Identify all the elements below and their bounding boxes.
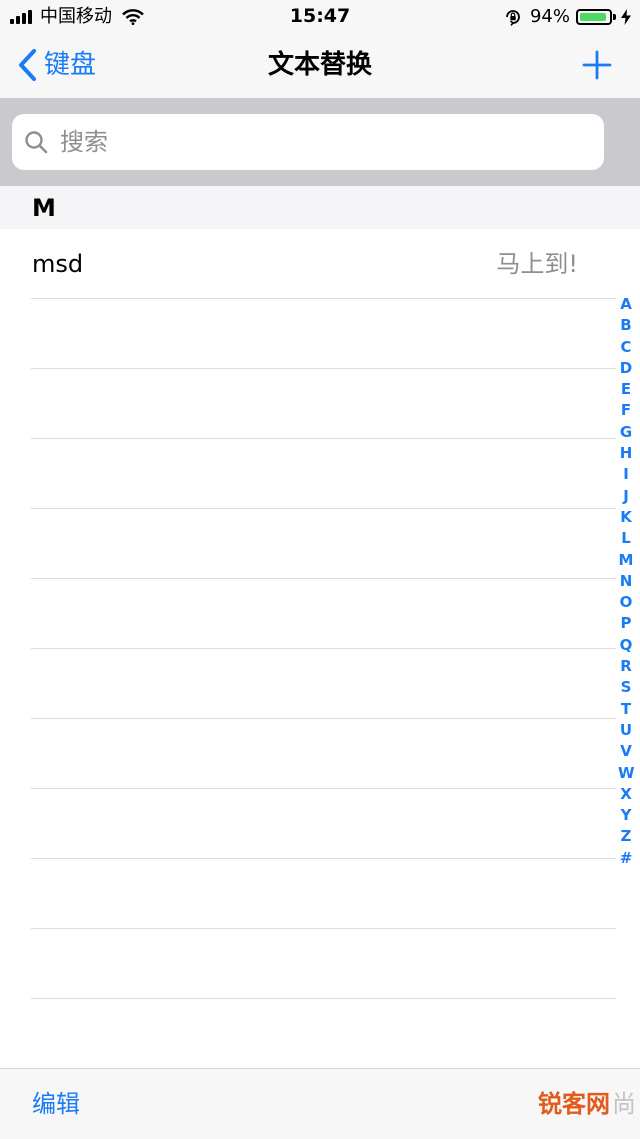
index-letter[interactable]: X [618,784,634,805]
index-letter[interactable]: J [618,486,634,507]
section-header-letter: M [32,194,56,222]
list-item [0,789,640,859]
page-title: 文本替换 [267,50,372,80]
index-letter[interactable]: N [618,571,634,592]
index-letter[interactable]: C [618,337,634,358]
status-bar: 中国移动 15:47 94% [0,0,640,34]
index-letter[interactable]: G [618,422,634,443]
index-letter[interactable]: I [618,464,634,485]
index-letter[interactable]: W [618,763,635,784]
index-letter[interactable]: K [618,507,634,528]
index-letter[interactable]: B [618,315,634,336]
index-letter[interactable]: D [618,358,634,379]
section-index[interactable]: A B C D E F G H I J K L M N O P Q R S T U V W X Y Z # [618,294,635,869]
index-letter[interactable]: O [618,592,634,613]
navigation-bar: 键盘 文本替换 [0,34,640,98]
list-item [0,649,640,719]
plus-icon[interactable] [582,50,612,80]
index-letter[interactable]: # [618,848,634,869]
list-item[interactable]: msd 马上到! [0,229,640,299]
list-item [0,719,640,789]
index-letter[interactable]: S [618,677,634,698]
index-letter[interactable]: P [618,613,634,634]
bottom-toolbar: 编辑 锐客网 尚 [0,1068,640,1139]
index-letter[interactable]: U [618,720,634,741]
charging-icon [621,9,631,25]
index-letter[interactable]: L [618,528,634,549]
status-right: 94% [504,6,632,28]
list-item [0,509,640,579]
list-item [0,859,640,929]
list-item [0,299,640,369]
watermark: 锐客网 尚 [538,1089,636,1119]
index-letter[interactable]: F [618,400,634,421]
list-item [0,439,640,509]
search-input[interactable] [58,127,582,157]
index-letter[interactable]: Z [618,826,634,847]
index-letter[interactable]: Q [618,635,634,656]
battery-icon [576,9,612,25]
section-header: M [0,186,640,229]
index-letter[interactable]: V [618,741,634,762]
search-icon [25,131,48,154]
index-letter[interactable]: T [618,699,634,720]
watermark-tail: 尚 [612,1090,636,1118]
watermark-brand: 锐客网 [538,1090,610,1118]
search-area [0,98,640,186]
index-letter[interactable]: Y [618,805,634,826]
edit-button[interactable]: 编辑 [32,1087,80,1121]
index-letter[interactable]: A [618,294,634,315]
list-item [0,999,640,1069]
list-item [0,579,640,649]
index-letter[interactable]: E [618,379,634,400]
list-item [0,929,640,999]
battery-percent: 94% [529,6,570,27]
shortcut-label: msd [32,250,84,278]
index-letter[interactable]: M [618,550,634,571]
battery-fill [580,13,607,21]
phrase-label: 马上到! [496,250,578,278]
search-field[interactable] [12,114,604,170]
index-letter[interactable]: R [618,656,634,677]
rotation-lock-icon [506,10,520,26]
list-item [0,369,640,439]
battery-cap [613,14,616,20]
index-letter[interactable]: H [618,443,634,464]
replacement-list: msd 马上到! [0,229,640,1069]
